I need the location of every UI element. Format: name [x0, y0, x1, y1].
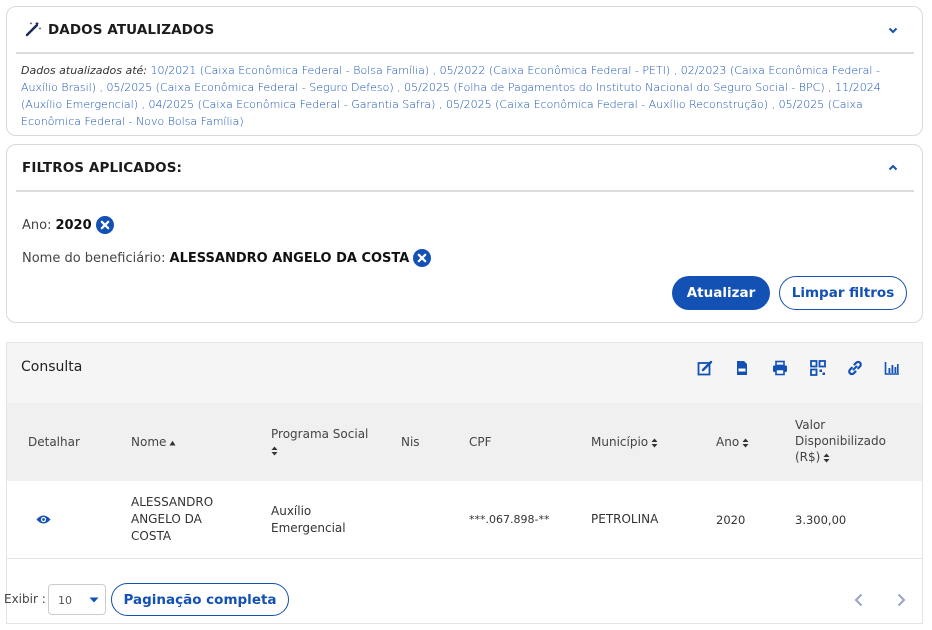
table-row: ALESSANDRO ANGELO DA COSTA Auxílio Emerg… [7, 481, 922, 559]
dados-lead: Dados atualizados até: [21, 64, 151, 77]
consulta-table-card: Consulta Detalhar Nome Programa Social N… [6, 342, 923, 624]
print-icon[interactable] [772, 360, 788, 376]
th-nome[interactable]: Nome [131, 434, 176, 450]
th-ano[interactable]: Ano [716, 434, 749, 450]
dados-atualizados-title: DADOS ATUALIZADOS [48, 22, 215, 38]
th-valor-line1: Valor [795, 418, 826, 432]
cell-ano: 2020 [716, 513, 746, 527]
cell-programa: Auxílio Emergencial [271, 503, 346, 537]
filter-ano-value: 2020 [55, 217, 92, 233]
magic-wand-icon [25, 21, 42, 37]
dados-atualizados-text: Dados atualizados até: 10/2021 (Caixa Ec… [21, 62, 910, 130]
th-programa-social[interactable]: Programa Social [271, 426, 368, 458]
chevron-left-icon[interactable] [853, 593, 865, 607]
limpar-filtros-button[interactable]: Limpar filtros [779, 276, 907, 310]
filtros-aplicados-title: FILTROS APLICADOS: [22, 160, 183, 176]
edit-columns-icon[interactable] [697, 360, 713, 376]
caret-down-icon [89, 597, 99, 603]
page-size-select[interactable]: 10 [48, 584, 106, 615]
exibir-label: Exibir : [4, 592, 46, 606]
th-cpf: CPF [469, 435, 492, 449]
sort-icon[interactable] [742, 438, 749, 448]
th-valor[interactable]: Valor Disponibilizado (R$) [795, 417, 886, 465]
chevron-right-icon[interactable] [895, 593, 907, 607]
filter-ano-label: Ano: [22, 217, 52, 233]
link-icon[interactable] [847, 360, 863, 376]
th-programa-label: Programa Social [271, 427, 369, 441]
eye-icon[interactable] [36, 514, 51, 525]
cell-municipio: PETROLINA [591, 512, 659, 526]
th-municipio[interactable]: Município [591, 434, 658, 450]
filter-nome-label: Nome do beneficiário: [22, 250, 166, 266]
sort-icon[interactable] [651, 438, 658, 448]
sort-icon[interactable] [823, 453, 830, 463]
chevron-down-icon[interactable] [887, 24, 899, 36]
chevron-up-icon[interactable] [887, 162, 899, 174]
filter-nome: Nome do beneficiário: ALESSANDRO ANGELO … [22, 249, 432, 267]
csv-download-icon[interactable] [734, 360, 750, 376]
filtros-aplicados-header[interactable]: FILTROS APLICADOS: [16, 145, 914, 192]
sort-asc-icon[interactable] [169, 440, 176, 446]
atualizar-button[interactable]: Atualizar [672, 276, 770, 310]
cell-nome-line3: COSTA [131, 529, 172, 543]
chart-icon[interactable] [884, 360, 900, 376]
cell-nome: ALESSANDRO ANGELO DA COSTA [131, 494, 213, 545]
th-municipio-label: Município [591, 435, 649, 449]
cell-programa-line2: Emergencial [271, 521, 346, 535]
filtros-aplicados-card: FILTROS APLICADOS: Ano: 2020 Nome do ben… [6, 144, 923, 323]
cell-cpf: ***.067.898-** [469, 513, 550, 526]
th-valor-line3: (R$) [795, 450, 821, 464]
th-ano-label: Ano [716, 435, 740, 449]
cell-nome-line1: ALESSANDRO [131, 495, 214, 509]
th-valor-line2: Disponibilizado [795, 434, 886, 448]
cell-valor: 3.300,00 [795, 513, 847, 527]
cell-nome-line2: ANGELO DA [131, 512, 202, 526]
page-size-value: 10 [58, 594, 72, 607]
table-header: Detalhar Nome Programa Social Nis CPF Mu… [7, 403, 922, 481]
filter-ano: Ano: 2020 [22, 216, 114, 234]
th-detalhar: Detalhar [28, 435, 80, 449]
filter-nome-value: ALESSANDRO ANGELO DA COSTA [169, 250, 410, 266]
remove-filter-ano-icon[interactable] [95, 216, 114, 234]
consulta-toolbar: Consulta [7, 343, 922, 403]
cell-programa-line1: Auxílio [271, 504, 312, 518]
paginacao-completa-button[interactable]: Paginação completa [111, 583, 289, 616]
remove-filter-nome-icon[interactable] [413, 249, 432, 267]
dados-atualizados-header[interactable]: DADOS ATUALIZADOS [16, 7, 914, 54]
dados-atualizados-card: DADOS ATUALIZADOS Dados atualizados até:… [6, 6, 923, 136]
th-nome-label: Nome [131, 435, 167, 449]
qr-code-icon[interactable] [810, 360, 826, 376]
th-nis: Nis [401, 435, 420, 449]
sort-icon[interactable] [271, 446, 278, 456]
dados-list: 10/2021 (Caixa Econômica Federal - Bolsa… [21, 64, 881, 128]
consulta-title: Consulta [21, 359, 83, 375]
